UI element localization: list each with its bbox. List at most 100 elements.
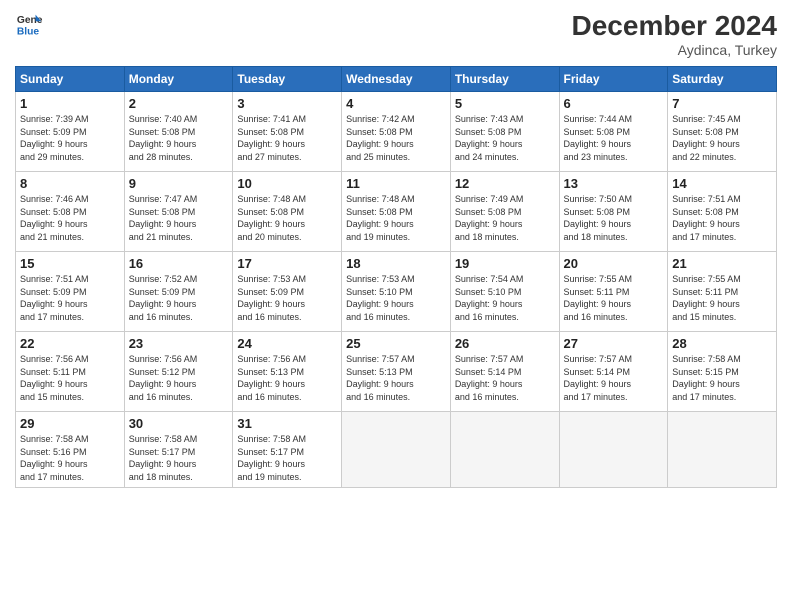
calendar-cell: 8 Sunrise: 7:46 AM Sunset: 5:08 PM Dayli… xyxy=(16,172,125,252)
calendar-cell: 24 Sunrise: 7:56 AM Sunset: 5:13 PM Dayl… xyxy=(233,332,342,412)
weekday-monday: Monday xyxy=(124,67,233,92)
day-number: 5 xyxy=(455,96,555,111)
weekday-header-row: SundayMondayTuesdayWednesdayThursdayFrid… xyxy=(16,67,777,92)
day-number: 3 xyxy=(237,96,337,111)
day-info: Sunrise: 7:56 AM Sunset: 5:13 PM Dayligh… xyxy=(237,353,337,403)
week-row-3: 15 Sunrise: 7:51 AM Sunset: 5:09 PM Dayl… xyxy=(16,252,777,332)
day-number: 15 xyxy=(20,256,120,271)
day-number: 31 xyxy=(237,416,337,431)
day-info: Sunrise: 7:57 AM Sunset: 5:13 PM Dayligh… xyxy=(346,353,446,403)
day-info: Sunrise: 7:58 AM Sunset: 5:16 PM Dayligh… xyxy=(20,433,120,483)
weekday-tuesday: Tuesday xyxy=(233,67,342,92)
day-number: 24 xyxy=(237,336,337,351)
day-info: Sunrise: 7:51 AM Sunset: 5:08 PM Dayligh… xyxy=(672,193,772,243)
calendar-cell: 13 Sunrise: 7:50 AM Sunset: 5:08 PM Dayl… xyxy=(559,172,668,252)
calendar-body: 1 Sunrise: 7:39 AM Sunset: 5:09 PM Dayli… xyxy=(16,92,777,488)
calendar-page: General Blue December 2024 Aydinca, Turk… xyxy=(0,0,792,612)
day-number: 9 xyxy=(129,176,229,191)
day-number: 10 xyxy=(237,176,337,191)
day-number: 27 xyxy=(564,336,664,351)
day-number: 13 xyxy=(564,176,664,191)
day-number: 8 xyxy=(20,176,120,191)
day-number: 22 xyxy=(20,336,120,351)
day-info: Sunrise: 7:42 AM Sunset: 5:08 PM Dayligh… xyxy=(346,113,446,163)
calendar-cell: 1 Sunrise: 7:39 AM Sunset: 5:09 PM Dayli… xyxy=(16,92,125,172)
calendar-cell xyxy=(450,412,559,488)
weekday-thursday: Thursday xyxy=(450,67,559,92)
day-info: Sunrise: 7:41 AM Sunset: 5:08 PM Dayligh… xyxy=(237,113,337,163)
day-info: Sunrise: 7:57 AM Sunset: 5:14 PM Dayligh… xyxy=(564,353,664,403)
calendar-cell: 18 Sunrise: 7:53 AM Sunset: 5:10 PM Dayl… xyxy=(342,252,451,332)
day-number: 19 xyxy=(455,256,555,271)
week-row-5: 29 Sunrise: 7:58 AM Sunset: 5:16 PM Dayl… xyxy=(16,412,777,488)
calendar-cell: 20 Sunrise: 7:55 AM Sunset: 5:11 PM Dayl… xyxy=(559,252,668,332)
calendar-cell: 19 Sunrise: 7:54 AM Sunset: 5:10 PM Dayl… xyxy=(450,252,559,332)
day-info: Sunrise: 7:49 AM Sunset: 5:08 PM Dayligh… xyxy=(455,193,555,243)
calendar-cell: 12 Sunrise: 7:49 AM Sunset: 5:08 PM Dayl… xyxy=(450,172,559,252)
weekday-sunday: Sunday xyxy=(16,67,125,92)
day-number: 29 xyxy=(20,416,120,431)
day-number: 2 xyxy=(129,96,229,111)
header: General Blue December 2024 Aydinca, Turk… xyxy=(15,10,777,58)
day-info: Sunrise: 7:58 AM Sunset: 5:15 PM Dayligh… xyxy=(672,353,772,403)
logo-icon: General Blue xyxy=(15,10,43,38)
day-info: Sunrise: 7:58 AM Sunset: 5:17 PM Dayligh… xyxy=(237,433,337,483)
calendar-cell: 30 Sunrise: 7:58 AM Sunset: 5:17 PM Dayl… xyxy=(124,412,233,488)
day-info: Sunrise: 7:40 AM Sunset: 5:08 PM Dayligh… xyxy=(129,113,229,163)
day-info: Sunrise: 7:43 AM Sunset: 5:08 PM Dayligh… xyxy=(455,113,555,163)
day-number: 12 xyxy=(455,176,555,191)
day-number: 17 xyxy=(237,256,337,271)
calendar-cell: 29 Sunrise: 7:58 AM Sunset: 5:16 PM Dayl… xyxy=(16,412,125,488)
day-info: Sunrise: 7:52 AM Sunset: 5:09 PM Dayligh… xyxy=(129,273,229,323)
day-number: 25 xyxy=(346,336,446,351)
day-info: Sunrise: 7:46 AM Sunset: 5:08 PM Dayligh… xyxy=(20,193,120,243)
month-title: December 2024 xyxy=(572,10,777,42)
day-info: Sunrise: 7:39 AM Sunset: 5:09 PM Dayligh… xyxy=(20,113,120,163)
day-number: 18 xyxy=(346,256,446,271)
calendar-cell: 10 Sunrise: 7:48 AM Sunset: 5:08 PM Dayl… xyxy=(233,172,342,252)
day-info: Sunrise: 7:55 AM Sunset: 5:11 PM Dayligh… xyxy=(564,273,664,323)
day-number: 23 xyxy=(129,336,229,351)
day-number: 21 xyxy=(672,256,772,271)
calendar-cell xyxy=(559,412,668,488)
day-info: Sunrise: 7:53 AM Sunset: 5:09 PM Dayligh… xyxy=(237,273,337,323)
calendar-cell: 22 Sunrise: 7:56 AM Sunset: 5:11 PM Dayl… xyxy=(16,332,125,412)
day-info: Sunrise: 7:57 AM Sunset: 5:14 PM Dayligh… xyxy=(455,353,555,403)
logo: General Blue xyxy=(15,10,43,38)
day-info: Sunrise: 7:48 AM Sunset: 5:08 PM Dayligh… xyxy=(237,193,337,243)
calendar-cell: 28 Sunrise: 7:58 AM Sunset: 5:15 PM Dayl… xyxy=(668,332,777,412)
day-info: Sunrise: 7:47 AM Sunset: 5:08 PM Dayligh… xyxy=(129,193,229,243)
day-info: Sunrise: 7:58 AM Sunset: 5:17 PM Dayligh… xyxy=(129,433,229,483)
day-number: 6 xyxy=(564,96,664,111)
calendar-cell: 6 Sunrise: 7:44 AM Sunset: 5:08 PM Dayli… xyxy=(559,92,668,172)
day-number: 28 xyxy=(672,336,772,351)
calendar-table: SundayMondayTuesdayWednesdayThursdayFrid… xyxy=(15,66,777,488)
calendar-cell: 4 Sunrise: 7:42 AM Sunset: 5:08 PM Dayli… xyxy=(342,92,451,172)
day-info: Sunrise: 7:56 AM Sunset: 5:12 PM Dayligh… xyxy=(129,353,229,403)
calendar-cell: 5 Sunrise: 7:43 AM Sunset: 5:08 PM Dayli… xyxy=(450,92,559,172)
calendar-cell: 25 Sunrise: 7:57 AM Sunset: 5:13 PM Dayl… xyxy=(342,332,451,412)
calendar-cell: 23 Sunrise: 7:56 AM Sunset: 5:12 PM Dayl… xyxy=(124,332,233,412)
day-number: 26 xyxy=(455,336,555,351)
day-info: Sunrise: 7:50 AM Sunset: 5:08 PM Dayligh… xyxy=(564,193,664,243)
day-number: 11 xyxy=(346,176,446,191)
day-info: Sunrise: 7:56 AM Sunset: 5:11 PM Dayligh… xyxy=(20,353,120,403)
calendar-cell: 21 Sunrise: 7:55 AM Sunset: 5:11 PM Dayl… xyxy=(668,252,777,332)
calendar-cell: 15 Sunrise: 7:51 AM Sunset: 5:09 PM Dayl… xyxy=(16,252,125,332)
calendar-cell: 2 Sunrise: 7:40 AM Sunset: 5:08 PM Dayli… xyxy=(124,92,233,172)
svg-text:Blue: Blue xyxy=(17,26,40,37)
day-info: Sunrise: 7:48 AM Sunset: 5:08 PM Dayligh… xyxy=(346,193,446,243)
calendar-cell: 31 Sunrise: 7:58 AM Sunset: 5:17 PM Dayl… xyxy=(233,412,342,488)
day-number: 7 xyxy=(672,96,772,111)
calendar-cell: 3 Sunrise: 7:41 AM Sunset: 5:08 PM Dayli… xyxy=(233,92,342,172)
calendar-cell: 16 Sunrise: 7:52 AM Sunset: 5:09 PM Dayl… xyxy=(124,252,233,332)
day-info: Sunrise: 7:55 AM Sunset: 5:11 PM Dayligh… xyxy=(672,273,772,323)
day-info: Sunrise: 7:53 AM Sunset: 5:10 PM Dayligh… xyxy=(346,273,446,323)
day-number: 16 xyxy=(129,256,229,271)
day-number: 20 xyxy=(564,256,664,271)
weekday-wednesday: Wednesday xyxy=(342,67,451,92)
week-row-1: 1 Sunrise: 7:39 AM Sunset: 5:09 PM Dayli… xyxy=(16,92,777,172)
weekday-friday: Friday xyxy=(559,67,668,92)
calendar-cell: 7 Sunrise: 7:45 AM Sunset: 5:08 PM Dayli… xyxy=(668,92,777,172)
location: Aydinca, Turkey xyxy=(572,42,777,58)
